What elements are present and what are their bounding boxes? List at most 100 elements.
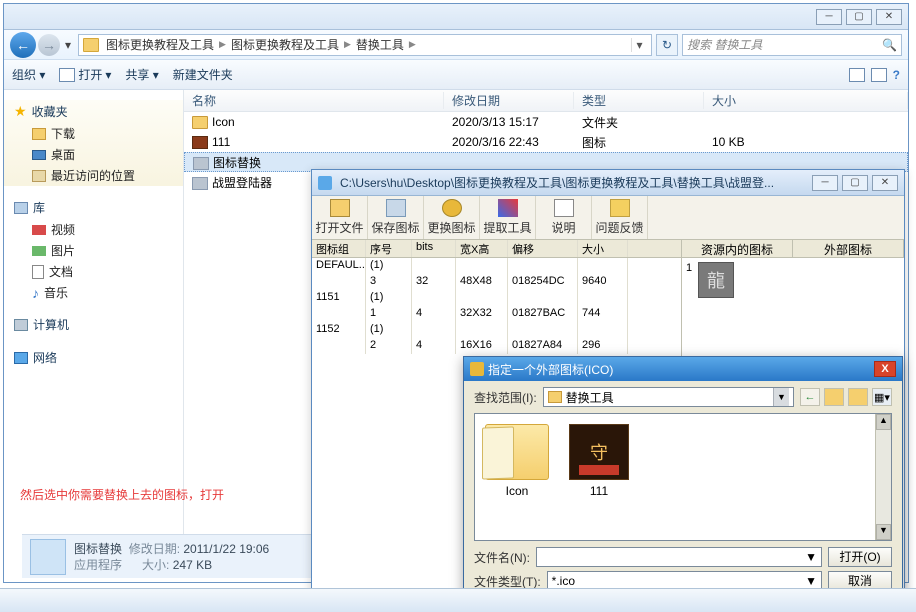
sidebar-network[interactable]: 网络 <box>4 346 183 369</box>
save-icon-button[interactable]: 保存图标 <box>368 196 424 239</box>
address-dropdown[interactable]: ▾ <box>631 38 647 52</box>
new-folder-button[interactable]: 新建文件夹 <box>173 66 233 83</box>
folder-icon <box>485 424 549 480</box>
lookup-value: 替换工具 <box>566 389 614 406</box>
nav-forward-button[interactable]: → <box>38 34 60 56</box>
window-title: C:\Users\hu\Desktop\图标更换教程及工具\图标更换教程及工具\… <box>336 174 808 191</box>
help-button[interactable]: 说明 <box>536 196 592 239</box>
chevron-right-icon[interactable]: ▶ <box>342 39 353 50</box>
resource-internal-body[interactable]: 1 龍 <box>682 258 793 302</box>
grid-row[interactable]: DEFAUL..(1) <box>312 258 681 274</box>
grid-row[interactable]: 1152(1) <box>312 322 681 338</box>
col-wh[interactable]: 宽X高 <box>456 240 508 257</box>
lookup-row: 查找范围(I): 替换工具 ▼ ← ▦▾ <box>464 381 902 409</box>
explorer-titlebar[interactable]: ─ ▢ ✕ <box>4 4 908 30</box>
star-icon: ★ <box>14 103 27 120</box>
sidebar-item-downloads[interactable]: 下载 <box>4 123 183 144</box>
icon-editor-titlebar[interactable]: C:\Users\hu\Desktop\图标更换教程及工具\图标更换教程及工具\… <box>312 170 904 196</box>
maximize-button[interactable]: ▢ <box>842 175 868 191</box>
view-options-button[interactable] <box>849 68 865 82</box>
preview-pane-button[interactable] <box>871 68 887 82</box>
col-size[interactable]: 大小 <box>704 92 908 109</box>
organize-button[interactable]: 组织 ▾ <box>12 66 45 83</box>
col-offset[interactable]: 偏移 <box>508 240 578 257</box>
folder-icon <box>83 38 99 52</box>
nav-history-dropdown[interactable]: ▾ <box>62 38 74 52</box>
scrollbar[interactable]: ▲ ▼ <box>875 414 891 540</box>
share-button[interactable]: 共享 ▾ <box>125 66 158 83</box>
breadcrumb[interactable]: 图标更换教程及工具 <box>103 36 217 53</box>
sidebar-item-videos[interactable]: 视频 <box>4 219 183 240</box>
chevron-down-icon[interactable]: ▼ <box>805 550 817 564</box>
grid-row[interactable]: 1432X3201827BAC744 <box>312 306 681 322</box>
close-button[interactable]: X <box>874 361 896 377</box>
grid-row[interactable]: 2416X1601827A84296 <box>312 338 681 354</box>
breadcrumb[interactable]: 图标更换教程及工具 <box>228 36 342 53</box>
recent-icon <box>32 170 46 182</box>
open-button[interactable]: 打开 ▾ <box>59 66 111 83</box>
grid-row[interactable]: 33248X48018254DC9640 <box>312 274 681 290</box>
help-icon <box>554 199 574 217</box>
back-button[interactable]: ← <box>800 388 820 406</box>
browse-item-icon[interactable]: 守 111 <box>569 424 629 530</box>
lookup-combo[interactable]: 替换工具 ▼ <box>543 387 794 407</box>
view-mode-button[interactable]: ▦▾ <box>872 388 892 406</box>
col-index[interactable]: 序号 <box>366 240 412 257</box>
col-group[interactable]: 图标组 <box>312 240 366 257</box>
filename-input[interactable]: ▼ <box>536 547 822 567</box>
close-button[interactable]: ✕ <box>876 9 902 25</box>
col-type[interactable]: 类型 <box>574 92 704 109</box>
col-bits[interactable]: bits <box>412 240 456 257</box>
refresh-button[interactable]: ↻ <box>656 34 678 56</box>
search-input[interactable]: 搜索 替换工具 🔍 <box>682 34 902 56</box>
taskbar[interactable] <box>0 588 916 612</box>
open-icon <box>59 68 75 82</box>
address-box[interactable]: 图标更换教程及工具▶ 图标更换教程及工具▶ 替换工具▶ ▾ <box>78 34 652 56</box>
sidebar-favorites[interactable]: ★收藏夹 <box>4 100 183 123</box>
details-text: 图标替换 修改日期: 2011/1/22 19:06 应用程序 大小: 247 … <box>74 541 269 573</box>
chevron-right-icon[interactable]: ▶ <box>407 39 418 50</box>
maximize-button[interactable]: ▢ <box>846 9 872 25</box>
up-button[interactable] <box>824 388 844 406</box>
search-icon[interactable]: 🔍 <box>882 38 897 52</box>
chevron-down-icon[interactable]: ▼ <box>805 574 817 588</box>
new-folder-button[interactable] <box>848 388 868 406</box>
file-row[interactable]: 1112020/3/16 22:43图标10 KB <box>184 132 908 152</box>
sidebar-item-recent[interactable]: 最近访问的位置 <box>4 165 183 186</box>
browse-item-folder[interactable]: Icon <box>485 424 549 530</box>
minimize-button[interactable]: ─ <box>816 9 842 25</box>
help-button[interactable]: ? <box>893 68 900 82</box>
scroll-down[interactable]: ▼ <box>876 524 891 540</box>
nav-back-button[interactable]: ← <box>10 32 36 58</box>
sidebar-libraries[interactable]: 库 <box>4 196 183 219</box>
file-row[interactable]: Icon2020/3/13 15:17文件夹 <box>184 112 908 132</box>
sidebar-item-documents[interactable]: 文档 <box>4 261 183 282</box>
sidebar-item-desktop[interactable]: 桌面 <box>4 144 183 165</box>
lookup-label: 查找范围(I): <box>474 389 537 406</box>
scroll-up[interactable]: ▲ <box>876 414 891 430</box>
breadcrumb[interactable]: 替换工具 <box>353 36 407 53</box>
file-browse-area[interactable]: Icon 守 111 ▲ ▼ <box>474 413 892 541</box>
sidebar-item-music[interactable]: ♪音乐 <box>4 282 183 303</box>
chevron-down-icon[interactable]: ▼ <box>773 388 789 406</box>
item-label: 111 <box>590 484 608 498</box>
file-picker-titlebar[interactable]: 指定一个外部图标(ICO) X <box>464 357 902 381</box>
grid-row[interactable]: 1151(1) <box>312 290 681 306</box>
open-file-button[interactable]: 打开文件 <box>312 196 368 239</box>
col-size[interactable]: 大小 <box>578 240 628 257</box>
col-date[interactable]: 修改日期 <box>444 92 574 109</box>
sidebar-item-pictures[interactable]: 图片 <box>4 240 183 261</box>
close-button[interactable]: ✕ <box>872 175 898 191</box>
sidebar-computer[interactable]: 计算机 <box>4 313 183 336</box>
filename-label: 文件名(N): <box>474 549 530 566</box>
col-name[interactable]: 名称 <box>184 92 444 109</box>
desktop-icon <box>32 150 46 160</box>
open-button[interactable]: 打开(O) <box>828 547 892 567</box>
extract-tool-button[interactable]: 提取工具 <box>480 196 536 239</box>
chevron-right-icon[interactable]: ▶ <box>217 39 228 50</box>
minimize-button[interactable]: ─ <box>812 175 838 191</box>
replace-icon-button[interactable]: 更换图标 <box>424 196 480 239</box>
save-icon <box>386 199 406 217</box>
feedback-button[interactable]: 问题反馈 <box>592 196 648 239</box>
resource-icon-preview[interactable]: 龍 <box>698 262 734 298</box>
